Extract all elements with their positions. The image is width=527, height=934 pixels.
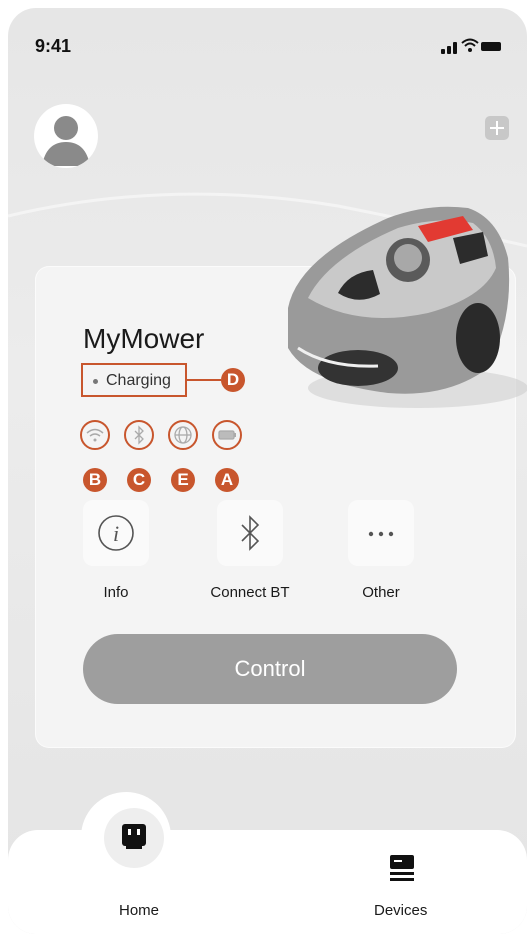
info-button[interactable]: i (83, 500, 149, 566)
control-button[interactable]: Control (83, 634, 457, 704)
status-icons (441, 38, 501, 54)
signal-icon-bar (453, 42, 457, 54)
signal-icon (441, 49, 445, 54)
home-device-icon (122, 824, 146, 849)
wifi-icon (86, 428, 104, 442)
tab-devices-label[interactable]: Devices (374, 902, 427, 919)
callout-c: C (127, 468, 151, 492)
bottom-tab-bar (8, 830, 527, 934)
callout-b: B (83, 468, 107, 492)
battery-status-icon (481, 42, 501, 51)
info-icon: i (98, 515, 134, 551)
callout-a: A (215, 468, 239, 492)
bluetooth-icon (241, 515, 260, 551)
network-indicator (168, 420, 198, 450)
more-icon (368, 531, 394, 537)
user-icon (42, 116, 90, 166)
wifi-icon (461, 38, 479, 52)
wifi-indicator (80, 420, 110, 450)
battery-indicator (212, 420, 242, 450)
callout-e: E (171, 468, 195, 492)
status-dot (93, 379, 98, 384)
tab-home-label[interactable]: Home (119, 902, 159, 919)
home-tab-button[interactable] (104, 808, 164, 868)
connect-bt-label: Connect BT (210, 584, 290, 601)
status-indicator: Charging (81, 363, 187, 397)
app-screen: 9:41 MyMower Charging D B C E A i Info C… (8, 8, 527, 934)
device-name: MyMower (83, 323, 205, 354)
connect-bt-button[interactable] (217, 500, 283, 566)
status-time: 9:41 (35, 36, 72, 56)
mower-image (288, 206, 527, 408)
other-button[interactable] (348, 500, 414, 566)
svg-text:i: i (113, 521, 119, 546)
globe-icon (174, 426, 192, 444)
bluetooth-indicator (124, 420, 154, 450)
signal-icon-bar (447, 46, 451, 54)
devices-icon[interactable] (388, 853, 416, 883)
callout-d-line (187, 379, 221, 381)
add-device-button[interactable] (485, 116, 509, 140)
status-bar: 9:41 (8, 8, 527, 78)
other-label: Other (362, 584, 400, 601)
bluetooth-icon (134, 425, 144, 445)
callout-d: D (221, 368, 245, 392)
battery-icon (218, 430, 236, 440)
status-text: Charging (106, 372, 171, 389)
avatar[interactable] (34, 104, 98, 168)
info-label: Info (103, 584, 129, 601)
